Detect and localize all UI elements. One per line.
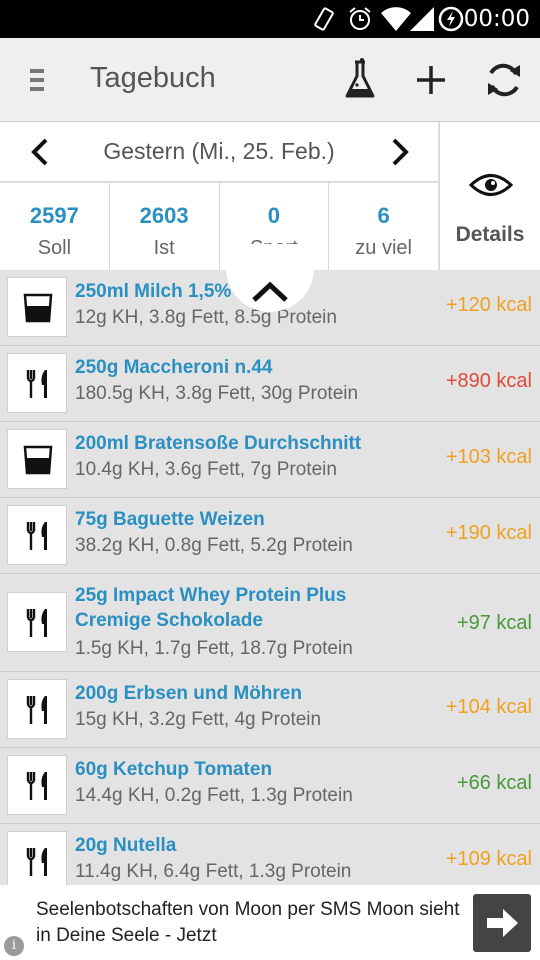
calorie-summary: 2597 Soll 2603 Ist 0 Sport 6 zu viel xyxy=(0,183,438,270)
entry-thumbnail xyxy=(7,429,67,489)
cutlery-icon xyxy=(26,848,47,876)
cutlery-icon xyxy=(26,522,47,550)
diary-entry[interactable]: 25g Impact Whey Protein Plus Cremige Sch… xyxy=(0,574,540,672)
details-button[interactable]: Details xyxy=(439,122,540,270)
sync-icon[interactable] xyxy=(480,56,528,104)
entry-macros: 15g KH, 3.2g Fett, 4g Protein xyxy=(75,709,322,730)
vibrate-icon xyxy=(314,7,334,31)
battery-charging-icon xyxy=(438,6,464,32)
cutlery-icon xyxy=(26,609,47,637)
glass-icon xyxy=(23,445,53,475)
entry-kcal: +66 kcal xyxy=(456,772,532,794)
entry-thumbnail xyxy=(7,755,67,815)
details-label: Details xyxy=(455,223,525,246)
arrow-right-icon xyxy=(487,909,518,937)
diary-entry[interactable]: 200ml Bratensoße Durchschnitt 10.4g KH, … xyxy=(0,422,540,498)
ad-info-icon[interactable]: i xyxy=(4,936,24,956)
entry-macros: 1.5g KH, 1.7g Fett, 18.7g Protein xyxy=(75,638,353,659)
diary-entry[interactable]: 250g Maccheroni n.44 180.5g KH, 3.8g Fet… xyxy=(0,346,540,422)
date-label: Gestern (Mi., 25. Feb.) xyxy=(103,138,335,164)
entry-thumbnail xyxy=(7,277,67,337)
diary-entry[interactable]: 60g Ketchup Tomaten 14.4g KH, 0.2g Fett,… xyxy=(0,748,540,824)
diary-entry[interactable]: 20g Nutella 11.4g KH, 6.4g Fett, 1.3g Pr… xyxy=(0,824,540,885)
entry-name: 200ml Bratensoße Durchschnitt xyxy=(75,433,362,454)
ad-open-button[interactable] xyxy=(473,894,531,952)
entry-kcal: +97 kcal xyxy=(456,612,532,634)
diary-entry[interactable]: 200g Erbsen und Möhren 15g KH, 3.2g Fett… xyxy=(0,672,540,748)
entry-kcal: +109 kcal xyxy=(445,848,532,870)
entry-kcal: +190 kcal xyxy=(445,522,532,544)
cutlery-icon xyxy=(26,370,47,398)
stat-value: 2597 xyxy=(29,203,79,228)
stat-label: Soll xyxy=(37,237,72,259)
entry-thumbnail xyxy=(7,592,67,652)
status-bar: 00:00 xyxy=(0,0,540,38)
stat-value: 0 xyxy=(267,203,280,228)
alarm-icon xyxy=(349,7,371,30)
entry-name: 25g Impact Whey Protein Plus Cremige Sch… xyxy=(75,585,347,631)
entry-name: 60g Ketchup Tomaten xyxy=(75,759,273,780)
ad-banner[interactable]: Seelenbotschaften von Moon per SMS Moon … xyxy=(0,885,540,960)
stat-excess: 6 zu viel xyxy=(329,183,438,270)
flask-icon[interactable] xyxy=(336,56,384,104)
menu-icon[interactable] xyxy=(30,69,44,91)
entry-name: 250g Maccheroni n.44 xyxy=(75,357,273,378)
action-bar: Tagebuch xyxy=(0,38,540,122)
glass-icon xyxy=(23,293,53,323)
entry-name: 200g Erbsen und Möhren xyxy=(75,683,302,704)
entry-thumbnail xyxy=(7,505,67,565)
entry-name: 20g Nutella xyxy=(75,835,177,856)
entry-macros: 12g KH, 3.8g Fett, 8.5g Protein xyxy=(75,307,337,328)
entry-kcal: +104 kcal xyxy=(445,696,532,718)
stat-value: 2603 xyxy=(139,203,189,228)
entry-macros: 11.4g KH, 6.4g Fett, 1.3g Protein xyxy=(75,861,352,882)
entry-name: 75g Baguette Weizen xyxy=(75,509,265,530)
entry-name: 250ml Milch 1,5% xyxy=(75,281,232,302)
chevron-up-icon xyxy=(252,281,288,302)
next-day-button[interactable] xyxy=(382,134,418,170)
entry-macros: 14.4g KH, 0.2g Fett, 1.3g Protein xyxy=(75,785,353,806)
stat-target: 2597 Soll xyxy=(0,183,110,270)
signal-icon xyxy=(410,7,434,31)
entry-thumbnail xyxy=(7,831,67,885)
stat-actual: 2603 Ist xyxy=(110,183,220,270)
cutlery-icon xyxy=(26,772,47,800)
status-time: 00:00 xyxy=(463,6,530,32)
diary-entry[interactable]: 75g Baguette Weizen 38.2g KH, 0.8g Fett,… xyxy=(0,498,540,574)
entry-macros: 10.4g KH, 3.6g Fett, 7g Protein xyxy=(75,459,337,480)
date-navigation: Gestern (Mi., 25. Feb.) xyxy=(0,122,438,182)
entry-macros: 38.2g KH, 0.8g Fett, 5.2g Protein xyxy=(75,535,353,556)
entry-kcal: +120 kcal xyxy=(445,294,532,316)
eye-icon xyxy=(469,174,513,196)
add-icon[interactable] xyxy=(407,56,455,104)
ad-text: Seelenbotschaften von Moon per SMS Moon … xyxy=(36,899,460,946)
stat-label: zu viel xyxy=(355,237,412,259)
page-title: Tagebuch xyxy=(90,62,216,94)
stat-label: Ist xyxy=(153,237,175,259)
entry-kcal: +890 kcal xyxy=(445,370,532,392)
cutlery-icon xyxy=(26,696,47,724)
entry-macros: 180.5g KH, 3.8g Fett, 30g Protein xyxy=(75,383,359,404)
entry-thumbnail xyxy=(7,679,67,739)
entry-kcal: +103 kcal xyxy=(445,446,532,468)
stat-value: 6 xyxy=(377,203,390,228)
diary-entry-list: 250ml Milch 1,5% 12g KH, 3.8g Fett, 8.5g… xyxy=(0,270,540,885)
entry-thumbnail xyxy=(7,353,67,413)
